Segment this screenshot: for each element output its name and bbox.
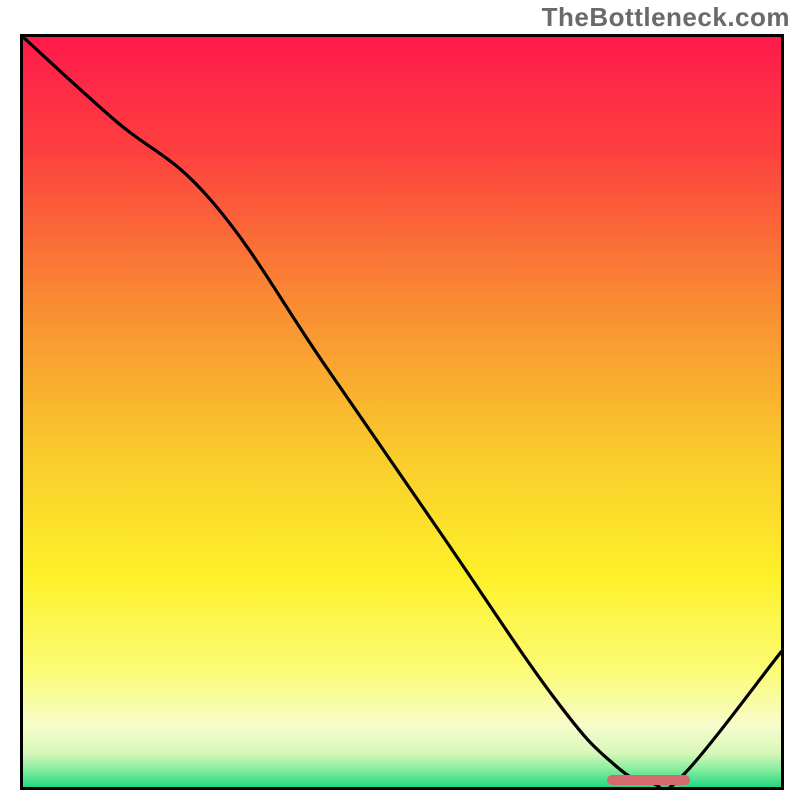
plot-area [20, 34, 784, 790]
bottleneck-curve [23, 37, 781, 787]
watermark-text: TheBottleneck.com [542, 2, 790, 33]
curve-path [23, 37, 781, 787]
stage: TheBottleneck.com [0, 0, 800, 800]
optimum-range-bar [607, 775, 690, 785]
